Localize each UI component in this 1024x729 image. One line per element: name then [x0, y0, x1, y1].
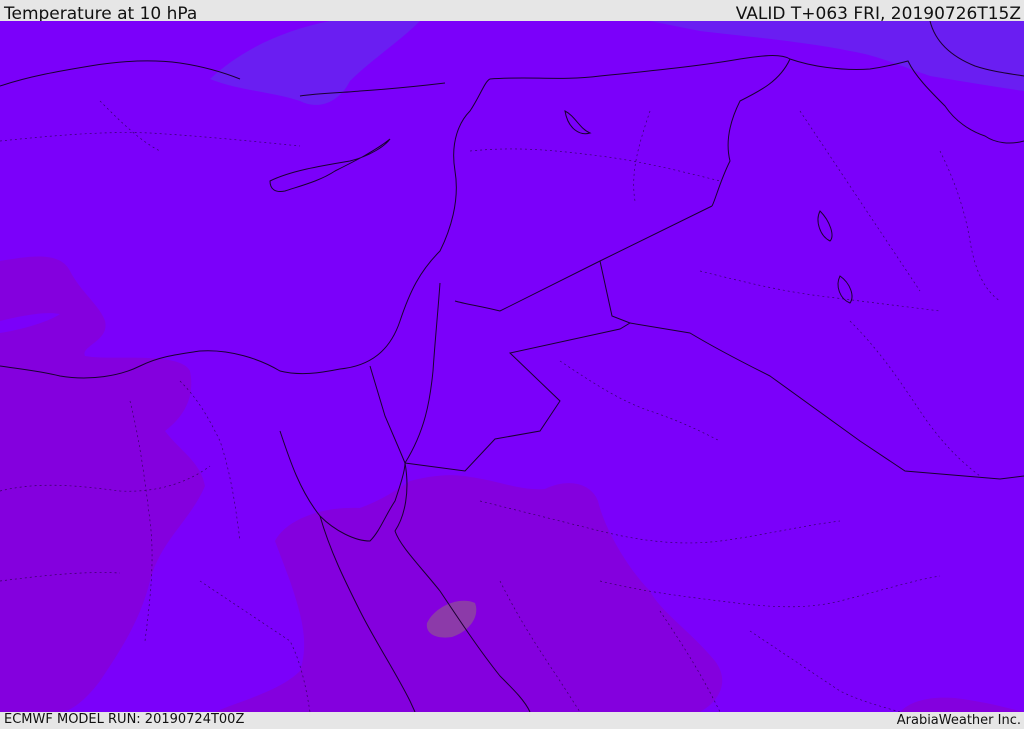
model-run-label: ECMWF MODEL RUN: 20190724T00Z — [4, 712, 245, 727]
footer-bar: ECMWF MODEL RUN: 20190724T00Z ArabiaWeat… — [0, 712, 1024, 729]
temperature-map — [0, 21, 1024, 712]
header-bar: Temperature at 10 hPa VALID T+063 FRI, 2… — [0, 0, 1024, 24]
provider-credit: ArabiaWeather Inc. — [896, 713, 1021, 728]
